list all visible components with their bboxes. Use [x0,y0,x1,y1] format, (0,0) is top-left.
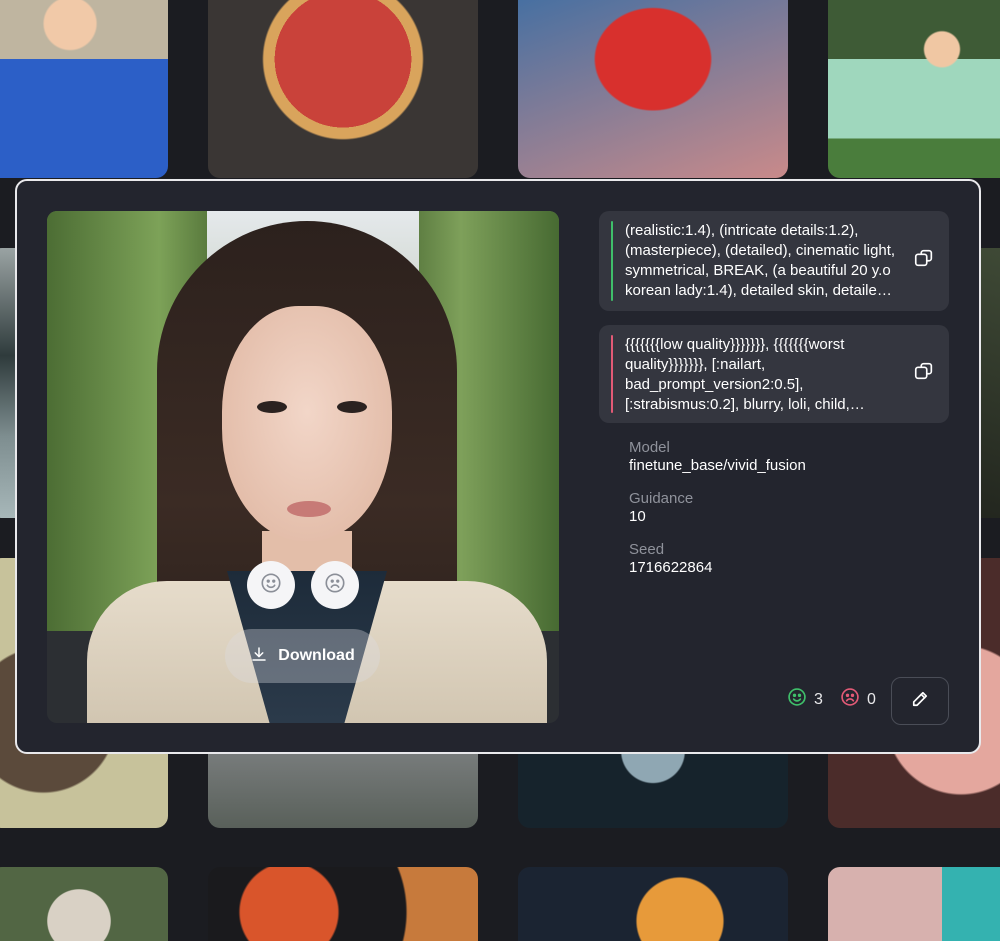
gallery-image-pizza[interactable] [208,0,478,178]
negative-prompt-card: {{{{{{{low quality}}}}}}}, {{{{{{{worst … [599,325,949,423]
image-detail-modal: Download (realistic:1.4), (intricate det… [15,179,981,754]
seed-value: 1716622864 [629,559,713,576]
download-button[interactable]: Download [225,629,380,683]
gallery-image-goku-alt[interactable] [518,867,788,941]
seed-label: Seed [629,541,665,558]
dislike-button[interactable] [311,561,359,609]
gallery-image-nurse[interactable] [0,0,168,178]
negative-prompt-text: {{{{{{{low quality}}}}}}}, {{{{{{{worst … [625,336,850,413]
guidance-label: Guidance [629,490,694,507]
smile-icon [260,572,282,599]
like-count-value: 3 [814,690,823,708]
gallery-image-cat[interactable] [828,867,1000,941]
like-count: 3 [787,687,823,712]
guidance-info: Guidance 10 [629,490,929,526]
dislike-count-value: 0 [867,690,876,708]
model-value: finetune_base/vivid_fusion [629,457,806,474]
gallery-image-jacket[interactable] [518,0,788,178]
copy-positive-prompt-button[interactable] [911,248,937,274]
model-label: Model [629,439,670,456]
like-button[interactable] [247,561,295,609]
frown-icon [324,572,346,599]
model-info: Model finetune_base/vivid_fusion [629,439,929,475]
gallery-image-goku[interactable] [208,867,478,941]
edit-button[interactable] [891,677,949,725]
copy-icon [913,360,935,388]
frown-icon [840,687,860,712]
guidance-value: 10 [629,508,646,525]
gallery-image-golfer[interactable] [828,0,1000,178]
copy-icon [913,247,935,275]
seed-info: Seed 1716622864 [629,541,929,577]
pencil-icon [910,689,930,714]
copy-negative-prompt-button[interactable] [911,361,937,387]
positive-prompt-card: (realistic:1.4), (intricate details:1.2)… [599,211,949,311]
positive-prompt-text: (realistic:1.4), (intricate details:1.2)… [625,222,896,299]
dislike-count: 0 [840,687,876,712]
gallery-image-anime[interactable] [0,867,168,941]
download-icon [250,645,268,668]
download-label: Download [278,647,355,664]
smile-icon [787,687,807,712]
generated-image: Download [47,211,559,723]
